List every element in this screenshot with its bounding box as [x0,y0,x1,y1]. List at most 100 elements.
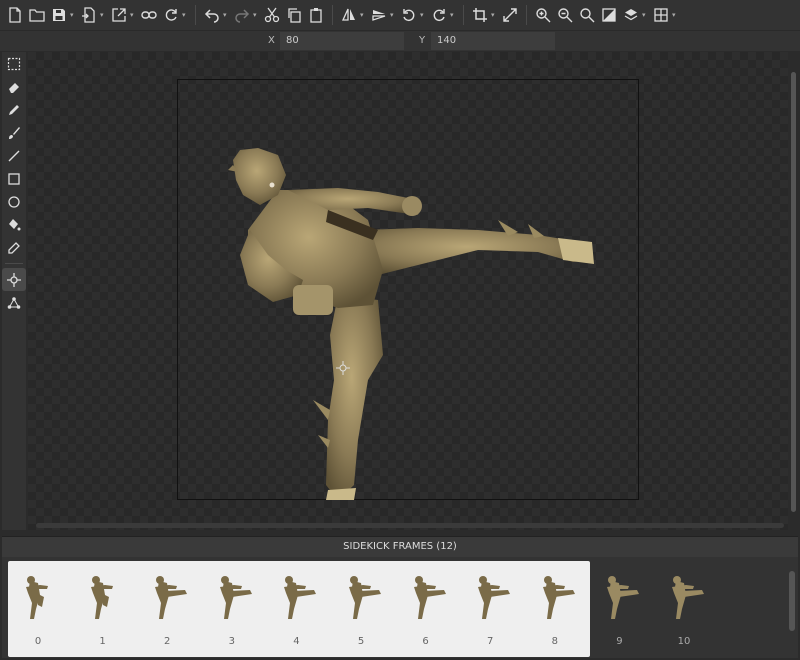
frame-thumbnail[interactable]: 2 [135,561,199,657]
eyedropper-icon[interactable] [2,236,26,259]
grid-dropdown-icon[interactable]: ▾ [672,11,678,19]
open-external-icon[interactable] [108,4,130,26]
x-input[interactable]: 80 [280,32,404,50]
y-input[interactable]: 140 [431,32,555,50]
frame-sprite-preview [155,576,188,619]
redo-dropdown-icon[interactable]: ▾ [253,11,259,19]
frame-number: 2 [164,636,171,647]
frame-number: 3 [228,636,235,647]
skeleton-icon[interactable] [2,291,26,314]
cut-icon[interactable] [261,4,283,26]
frame-number: 10 [677,636,691,647]
rotate-right-icon[interactable] [428,4,450,26]
crop-dropdown-icon[interactable]: ▾ [491,11,497,19]
zoom-fit-icon[interactable] [576,4,598,26]
line-icon[interactable] [2,144,26,167]
redo-icon[interactable] [231,4,253,26]
frame-sprite-preview [219,576,252,619]
tool-divider [5,263,23,264]
flip-h-dropdown-icon[interactable]: ▾ [360,11,366,19]
horizontal-scrollbar[interactable] [28,521,788,529]
x-label: X [268,35,275,46]
frame-thumbnail[interactable]: 8 [523,561,587,657]
link-icon[interactable] [138,4,160,26]
frame-number: 0 [34,636,42,647]
frame-number: 6 [422,636,429,647]
frames-panel-title: SIDEKICK FRAMES (12) [2,537,798,557]
origin-icon[interactable] [2,268,26,291]
main-toolbar: ▾ ▾ ▾ ▾ ▾ ▾ ▾ ▾ ▾ ▾ ▾ ▾ ▾ [0,0,800,30]
vertical-scrollbar[interactable] [789,52,798,530]
new-file-icon[interactable] [4,4,26,26]
frames-panel: SIDEKICK FRAMES (12) 0 1 2 3 4 5 6 7 8 9 10 [2,536,798,658]
frames-scrollbar[interactable] [788,561,796,657]
frame-thumbnail[interactable]: 10 [652,561,716,657]
frame-sprite-preview [90,576,113,619]
flip-horizontal-icon[interactable] [338,4,360,26]
grid-icon[interactable] [650,4,672,26]
resize-icon[interactable] [499,4,521,26]
fighter-sprite [228,148,594,500]
frame-thumbnail[interactable]: 4 [264,561,328,657]
toolbar-divider [463,5,464,25]
layers-dropdown-icon[interactable]: ▾ [642,11,648,19]
rectangle-icon[interactable] [2,167,26,190]
layers-icon[interactable] [620,4,642,26]
copy-icon[interactable] [283,4,305,26]
frame-number: 5 [357,636,365,647]
frame-thumbnail[interactable]: 6 [394,561,458,657]
paste-icon[interactable] [305,4,327,26]
brush-icon[interactable] [2,121,26,144]
toolbar-divider [195,5,196,25]
selection-icon[interactable] [2,52,26,75]
export-dropdown-icon[interactable]: ▾ [100,11,106,19]
sprite-editor-window: ▾ ▾ ▾ ▾ ▾ ▾ ▾ ▾ ▾ ▾ ▾ ▾ ▾ X 80 Y 140 SID… [0,0,800,660]
crop-icon[interactable] [469,4,491,26]
zoom-out-icon[interactable] [554,4,576,26]
scroll-thumb[interactable] [791,72,796,512]
sprite-canvas[interactable] [177,79,639,500]
frame-thumbnail[interactable]: 7 [458,561,522,657]
origin-marker-icon[interactable] [335,360,351,376]
frame-thumbnail[interactable]: 1 [71,561,135,657]
frame-sprite-preview [413,576,446,619]
save-icon[interactable] [48,4,70,26]
save-dropdown-icon[interactable]: ▾ [70,11,76,19]
flip-vertical-icon[interactable] [368,4,390,26]
frame-sprite-preview [349,576,381,619]
scroll-thumb[interactable] [789,571,795,631]
undo-dropdown-icon[interactable]: ▾ [223,11,229,19]
frame-number: 8 [551,636,558,647]
refresh-icon[interactable] [160,4,182,26]
toolbar-divider [526,5,527,25]
zoom-in-icon[interactable] [532,4,554,26]
pencil-icon[interactable] [2,98,26,121]
frame-thumbnail[interactable]: 0 [6,561,70,657]
frame-number: 7 [487,636,494,647]
frame-sprite-preview [478,576,511,619]
ellipse-icon[interactable] [2,190,26,213]
coordinate-bar: X 80 Y 140 [0,30,800,51]
frame-thumbnail[interactable]: 5 [329,561,393,657]
fill-icon[interactable] [2,213,26,236]
frame-sprite-preview [542,576,575,619]
frame-number: 1 [99,636,106,647]
rotate-left-dropdown-icon[interactable]: ▾ [420,11,426,19]
tool-palette [2,52,26,530]
rotate-right-dropdown-icon[interactable]: ▾ [450,11,456,19]
eraser-icon[interactable] [2,75,26,98]
undo-icon[interactable] [201,4,223,26]
rotate-left-icon[interactable] [398,4,420,26]
frame-sprite-preview [672,576,704,619]
frame-thumbnail[interactable]: 9 [587,561,651,657]
external-dropdown-icon[interactable]: ▾ [130,11,136,19]
contrast-icon[interactable] [598,4,620,26]
export-file-icon[interactable] [78,4,100,26]
frame-thumbnail[interactable]: 3 [200,561,264,657]
open-folder-icon[interactable] [26,4,48,26]
frame-number: 9 [616,636,623,647]
flip-v-dropdown-icon[interactable]: ▾ [390,11,396,19]
frame-sprite-preview [607,576,640,619]
scroll-thumb[interactable] [36,523,784,528]
refresh-dropdown-icon[interactable]: ▾ [182,11,188,19]
